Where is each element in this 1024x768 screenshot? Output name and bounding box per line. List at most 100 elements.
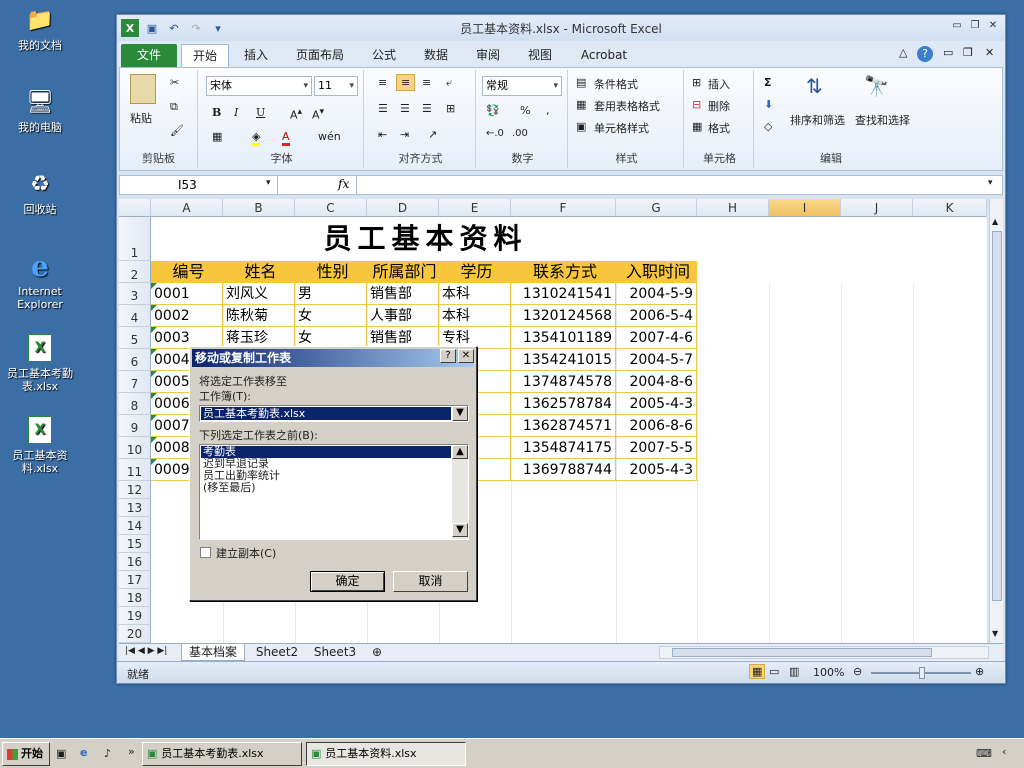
sheet-tab[interactable]: Sheet2 — [249, 644, 305, 661]
column-header[interactable]: C — [295, 199, 367, 217]
insert-function-icon[interactable]: fx — [338, 177, 349, 191]
grow-font-icon[interactable]: A▴ — [290, 106, 302, 122]
table-cell[interactable]: 1369788744 — [511, 459, 616, 481]
desktop-icon-profile-file[interactable]: X 员工基本资料.xlsx — [0, 414, 80, 475]
decrease-indent-icon[interactable]: ⇤ — [378, 128, 387, 141]
italic-icon[interactable]: I — [234, 106, 238, 119]
align-top-icon[interactable]: ≡ — [378, 76, 387, 89]
header-cell[interactable]: 所属部门 — [367, 261, 439, 283]
zoom-in-icon[interactable]: ⊕ — [975, 665, 984, 678]
quicklaunch-desktop-icon[interactable]: ▣ — [56, 747, 66, 760]
table-cell[interactable]: 本科 — [439, 305, 511, 327]
select-all-corner[interactable] — [119, 199, 151, 217]
table-cell[interactable]: 2007-4-6 — [616, 327, 697, 349]
table-cell[interactable]: 1354874175 — [511, 437, 616, 459]
header-cell[interactable]: 入职时间 — [616, 261, 697, 283]
wrap-text-icon[interactable]: ⤶ — [446, 76, 452, 90]
sheet-tab-active[interactable]: 基本档案 — [181, 644, 245, 661]
table-cell[interactable]: 2004-8-6 — [616, 371, 697, 393]
delete-cells-button[interactable]: 删除 — [708, 98, 730, 114]
workbook-select[interactable]: 员工基本考勤表.xlsx ▼ — [199, 405, 469, 422]
align-bottom-icon[interactable]: ≡ — [422, 76, 431, 89]
find-select-button[interactable]: 查找和选择 — [855, 112, 910, 128]
clear-icon[interactable]: ◇ — [764, 120, 772, 133]
table-cell[interactable]: 人事部 — [367, 305, 439, 327]
table-cell[interactable]: 2006-8-6 — [616, 415, 697, 437]
name-box-dropdown-icon[interactable]: ▾ — [266, 178, 271, 188]
table-cell[interactable]: 2005-4-3 — [616, 459, 697, 481]
create-copy-checkbox[interactable] — [200, 547, 211, 558]
employee-id-cell[interactable]: 0002 — [151, 305, 223, 327]
row-header[interactable]: 17 — [119, 571, 151, 589]
expand-formula-icon[interactable]: ▾ — [988, 178, 993, 188]
row-header[interactable]: 4 — [119, 305, 151, 327]
align-right-icon[interactable]: ☰ — [422, 102, 432, 115]
column-header[interactable]: D — [367, 199, 439, 217]
insert-cells-icon[interactable]: ⊞ — [692, 76, 701, 89]
insert-sheet-icon[interactable]: ⊕ — [367, 644, 387, 661]
help-icon[interactable]: ? — [917, 46, 933, 62]
task-attendance-workbook[interactable]: ▣ 员工基本考勤表.xlsx — [142, 742, 302, 766]
conditional-format-icon[interactable]: ▤ — [576, 76, 586, 89]
header-cell[interactable]: 学历 — [439, 261, 511, 283]
row-header[interactable]: 15 — [119, 535, 151, 553]
copy-icon[interactable]: ⧉ — [170, 100, 178, 114]
phonetic-icon[interactable]: wén — [318, 130, 341, 143]
header-cell[interactable]: 联系方式 — [511, 261, 616, 283]
row-header[interactable]: 1 — [119, 217, 151, 261]
zoom-slider[interactable] — [871, 667, 971, 679]
desktop-icon-recycle-bin[interactable]: ♻ 回收站 — [0, 168, 80, 216]
table-cell[interactable]: 本科 — [439, 283, 511, 305]
close-icon[interactable]: ✕ — [985, 18, 1001, 34]
column-header[interactable]: J — [841, 199, 913, 217]
sort-filter-button[interactable]: 排序和筛选 — [790, 112, 845, 128]
table-cell[interactable]: 2005-4-3 — [616, 393, 697, 415]
quicklaunch-media-icon[interactable]: ♪ — [104, 747, 111, 760]
sheet-list[interactable]: 考勤表 迟到早退记录 员工出勤率统计 (移至最后) ▲ ▼ — [199, 444, 469, 540]
employee-id-cell[interactable]: 0001 — [151, 283, 223, 305]
row-header[interactable]: 12 — [119, 481, 151, 499]
align-left-icon[interactable]: ☰ — [378, 102, 388, 115]
chevron-down-icon[interactable]: ▼ — [452, 406, 468, 421]
chevron-right-icon[interactable]: » — [128, 745, 135, 758]
column-header[interactable]: K — [913, 199, 987, 217]
horizontal-scrollbar[interactable] — [659, 646, 989, 659]
doc-restore-icon[interactable]: ❐ — [963, 46, 973, 59]
normal-view-icon[interactable]: ▦ — [749, 664, 766, 679]
conditional-format-button[interactable]: 条件格式 — [594, 76, 638, 92]
name-box[interactable]: I53 — [120, 176, 278, 194]
table-cell[interactable]: 2007-5-5 — [616, 437, 697, 459]
column-header[interactable]: F — [511, 199, 616, 217]
doc-close-icon[interactable]: ✕ — [985, 46, 994, 59]
sheet-list-scrollbar[interactable]: ▲ ▼ — [452, 445, 468, 539]
comma-icon[interactable]: , — [546, 104, 550, 117]
table-cell[interactable]: 销售部 — [367, 283, 439, 305]
format-cells-icon[interactable]: ▦ — [692, 120, 702, 133]
increase-decimal-icon[interactable]: ←.0 — [486, 128, 504, 139]
restore-icon[interactable]: ❐ — [967, 18, 983, 34]
quicklaunch-ie-icon[interactable]: e — [80, 746, 87, 759]
row-header[interactable]: 5 — [119, 327, 151, 349]
column-header[interactable]: E — [439, 199, 511, 217]
sheet-nav-first-icon[interactable]: |◀ ◀ ▶ ▶| — [125, 646, 167, 656]
keyboard-tray-icon[interactable]: ⌨ — [976, 747, 992, 760]
help-icon[interactable]: ? — [440, 349, 456, 363]
scroll-down-icon[interactable]: ▼ — [452, 523, 468, 537]
desktop-icon-my-computer[interactable]: 🖥 我的电脑 — [0, 86, 80, 134]
autosum-icon[interactable]: Σ — [764, 76, 772, 89]
row-header[interactable]: 19 — [119, 607, 151, 625]
doc-minimize-icon[interactable]: ▭ — [943, 46, 953, 59]
format-painter-icon[interactable]: 🖌 — [170, 124, 184, 137]
row-header[interactable]: 8 — [119, 393, 151, 415]
formula-input[interactable] — [356, 176, 984, 194]
decrease-decimal-icon[interactable]: .00 — [512, 128, 528, 139]
currency-icon[interactable]: 💱 — [486, 104, 500, 117]
font-color-icon[interactable]: A — [282, 130, 290, 146]
column-header[interactable]: A — [151, 199, 223, 217]
sheet-list-item[interactable]: (移至最后) — [203, 482, 256, 494]
format-as-table-button[interactable]: 套用表格格式 — [594, 98, 660, 114]
paste-button[interactable]: 粘贴 — [130, 110, 152, 126]
desktop-icon-attendance-file[interactable]: X 员工基本考勤表.xlsx — [0, 332, 80, 393]
font-name-select[interactable]: 宋体 — [206, 76, 312, 96]
page-break-view-icon[interactable]: ▥ — [789, 665, 799, 678]
